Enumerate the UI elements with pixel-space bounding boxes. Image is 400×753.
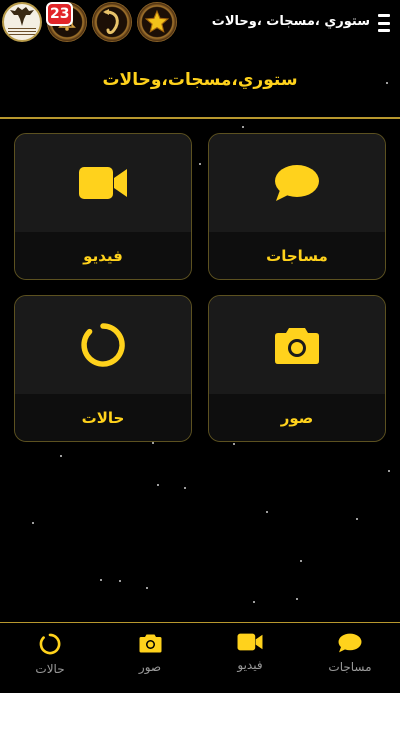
star-dot	[184, 487, 186, 489]
top-bar: 23 ستوري ،مسجات ،وحالات	[0, 0, 400, 46]
hamburger-icon[interactable]	[378, 14, 392, 32]
app-title: ستوري ،مسجات ،وحالات	[211, 14, 370, 29]
card-messages[interactable]: مساجات	[208, 133, 386, 280]
card-icon-area	[209, 296, 385, 394]
star-dot	[32, 522, 34, 524]
arrow-swirl-icon[interactable]	[92, 2, 132, 42]
star-dot	[146, 587, 148, 589]
star-dot	[157, 484, 159, 486]
camera-icon	[139, 634, 161, 653]
nav-label: صور	[138, 660, 162, 674]
arrow-glyph-icon	[103, 9, 119, 35]
badge-row	[2, 2, 177, 42]
star-dot	[152, 442, 154, 444]
nav-label: فيديو	[237, 658, 263, 672]
star-dot	[296, 598, 298, 600]
notification-count-badge[interactable]: 23	[46, 2, 74, 26]
card-statuses[interactable]: حالات	[14, 295, 192, 442]
nav-label: حالات	[35, 662, 65, 676]
star-dot	[119, 580, 121, 582]
card-icon-area	[15, 134, 191, 232]
card-label: حالات	[15, 394, 191, 441]
status-ring-icon	[39, 633, 61, 655]
star-dot	[266, 511, 268, 513]
card-video[interactable]: فيديو	[14, 133, 192, 280]
nav-label: مساجات	[328, 660, 372, 674]
card-icon-area	[15, 296, 191, 394]
star-icon[interactable]	[137, 2, 177, 42]
camera-icon	[275, 328, 319, 364]
card-label: مساجات	[209, 232, 385, 279]
chat-bubble-icon	[338, 633, 362, 653]
video-camera-icon	[79, 167, 127, 199]
nav-item-statuses[interactable]: حالات	[15, 633, 85, 676]
star-dot	[300, 560, 302, 562]
star-dot	[60, 455, 62, 457]
star-glyph-icon	[144, 9, 170, 33]
eagle-emblem-icon	[10, 7, 34, 26]
bottom-navigation: مساجات فيديو صور حالات	[0, 622, 400, 693]
chat-bubble-icon	[275, 165, 319, 201]
star-dot	[356, 518, 358, 520]
header-divider	[0, 117, 400, 119]
star-dot	[100, 579, 102, 581]
star-dot	[388, 470, 390, 472]
card-label: فيديو	[15, 232, 191, 279]
card-icon-area	[209, 134, 385, 232]
nav-item-video[interactable]: فيديو	[215, 633, 285, 672]
star-dot	[242, 126, 244, 128]
card-photos[interactable]: صور	[208, 295, 386, 442]
system-bar-strip	[0, 693, 400, 699]
star-dot	[253, 601, 255, 603]
star-dot	[199, 163, 201, 165]
channel-logo-icon[interactable]	[2, 2, 42, 42]
star-dot	[233, 443, 235, 445]
status-ring-icon	[81, 323, 125, 367]
nav-item-photos[interactable]: صور	[115, 633, 185, 674]
logo-text-lines	[8, 26, 36, 37]
nav-item-messages[interactable]: مساجات	[315, 633, 385, 674]
card-label: صور	[209, 394, 385, 441]
app-screen: 23 ستوري ،مسجات ،وحالات ستوري،مسجات،وحال…	[0, 0, 400, 693]
video-camera-icon	[237, 633, 263, 651]
page-title: ستوري،مسجات،وحالات	[102, 70, 298, 90]
